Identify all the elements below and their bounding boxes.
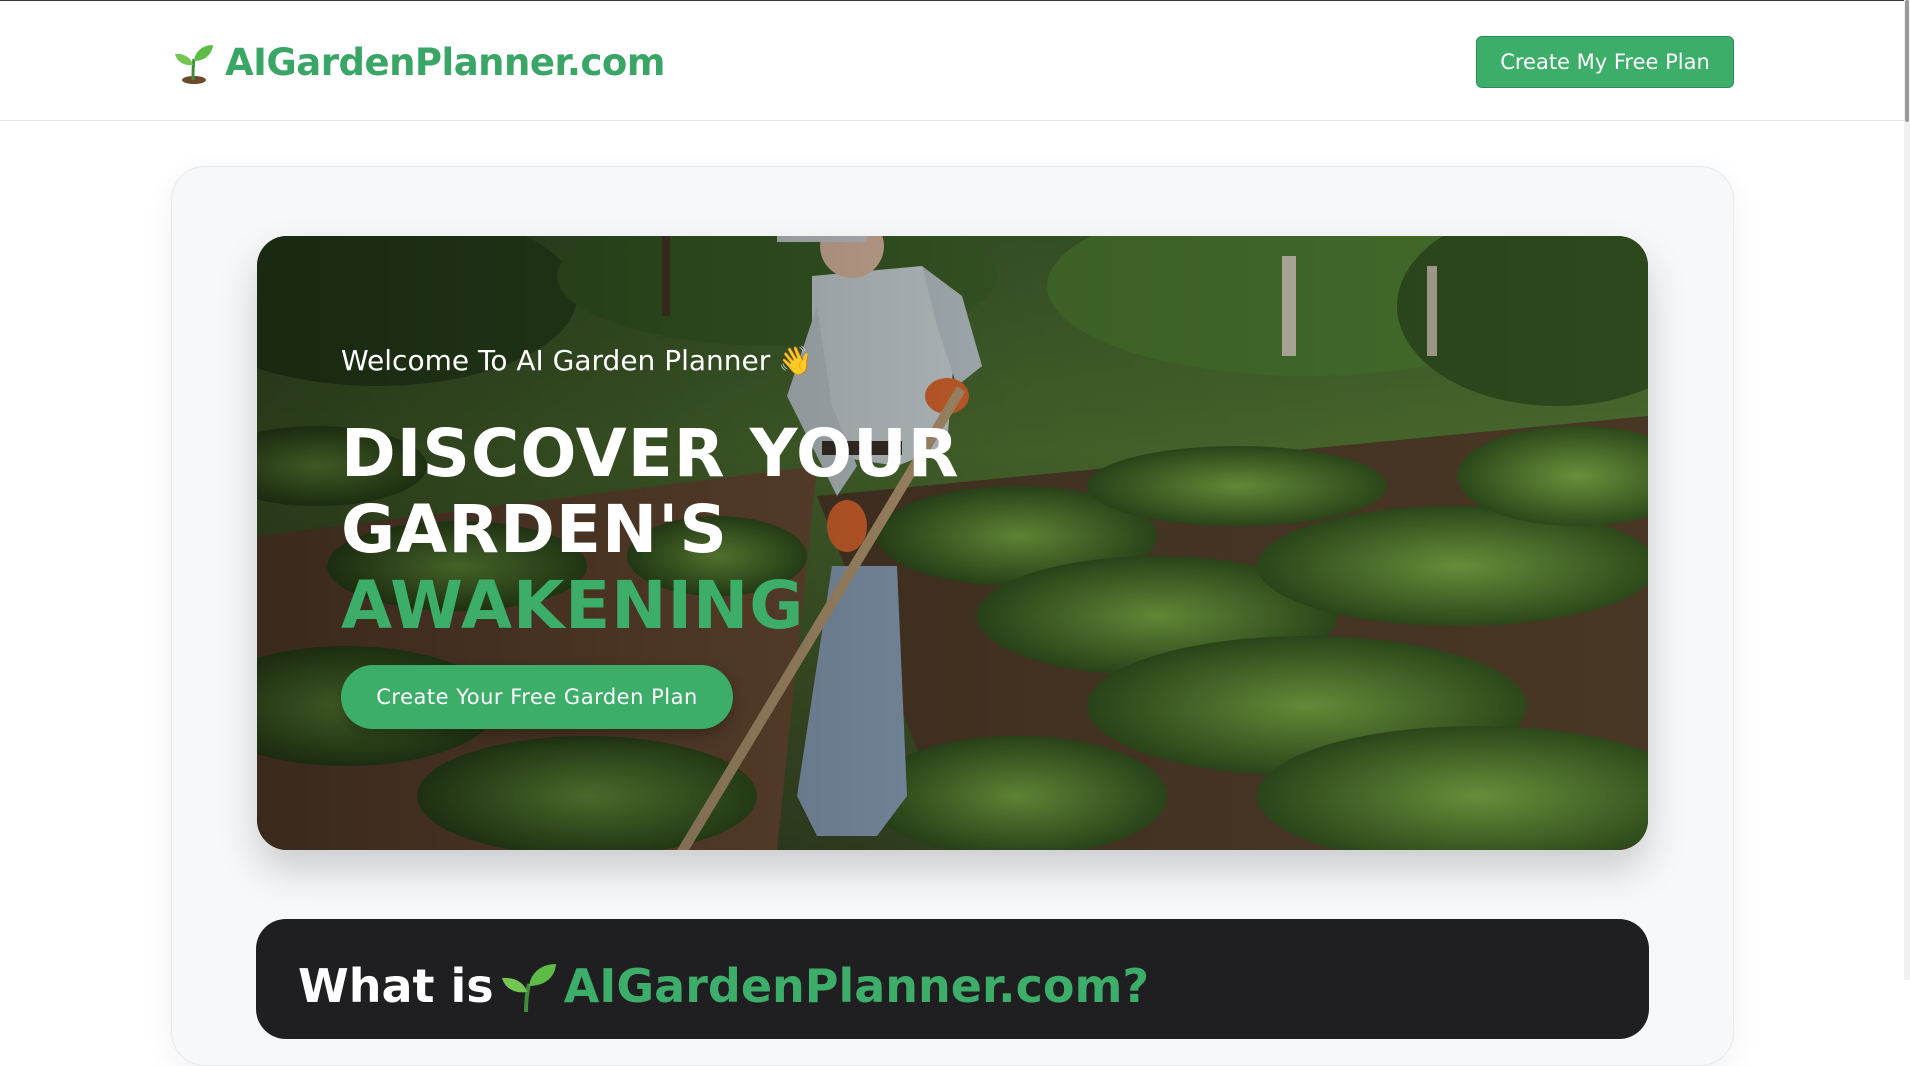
hero-banner: Welcome To AI Garden Planner 👋 DISCOVER Y… [257, 236, 1648, 850]
waving-hand-icon: 👋 [778, 344, 814, 377]
about-title-brand: AIGardenPlanner.com? [563, 959, 1150, 1013]
scrollbar-thumb[interactable] [1905, 0, 1909, 122]
hero-title: DISCOVER YOUR GARDEN'S AWAKENING [341, 416, 960, 644]
about-title: What is AIGardenPlanner.com? [298, 959, 1149, 1013]
seedling-icon [501, 964, 556, 1012]
site-logo[interactable]: AIGardenPlanner.com [171, 37, 665, 87]
seedling-icon [175, 45, 213, 84]
create-free-garden-plan-button[interactable]: Create Your Free Garden Plan [341, 665, 733, 729]
about-section: What is AIGardenPlanner.com? [256, 919, 1649, 1039]
scrollbar-track[interactable] [1904, 0, 1910, 980]
site-header: AIGardenPlanner.com Create My Free Plan [0, 1, 1904, 121]
hero-title-accent: AWAKENING [341, 567, 805, 644]
hero-welcome-text: Welcome To AI Garden Planner 👋 [341, 344, 813, 377]
about-title-prefix: What is [298, 959, 494, 1013]
welcome-label: Welcome To AI Garden Planner [341, 344, 771, 377]
hero-title-line-1: DISCOVER YOUR [341, 415, 960, 492]
hero-title-line-2: GARDEN'S [341, 491, 728, 568]
create-my-free-plan-button[interactable]: Create My Free Plan [1476, 36, 1734, 88]
logo-text: AIGardenPlanner.com [225, 40, 665, 84]
